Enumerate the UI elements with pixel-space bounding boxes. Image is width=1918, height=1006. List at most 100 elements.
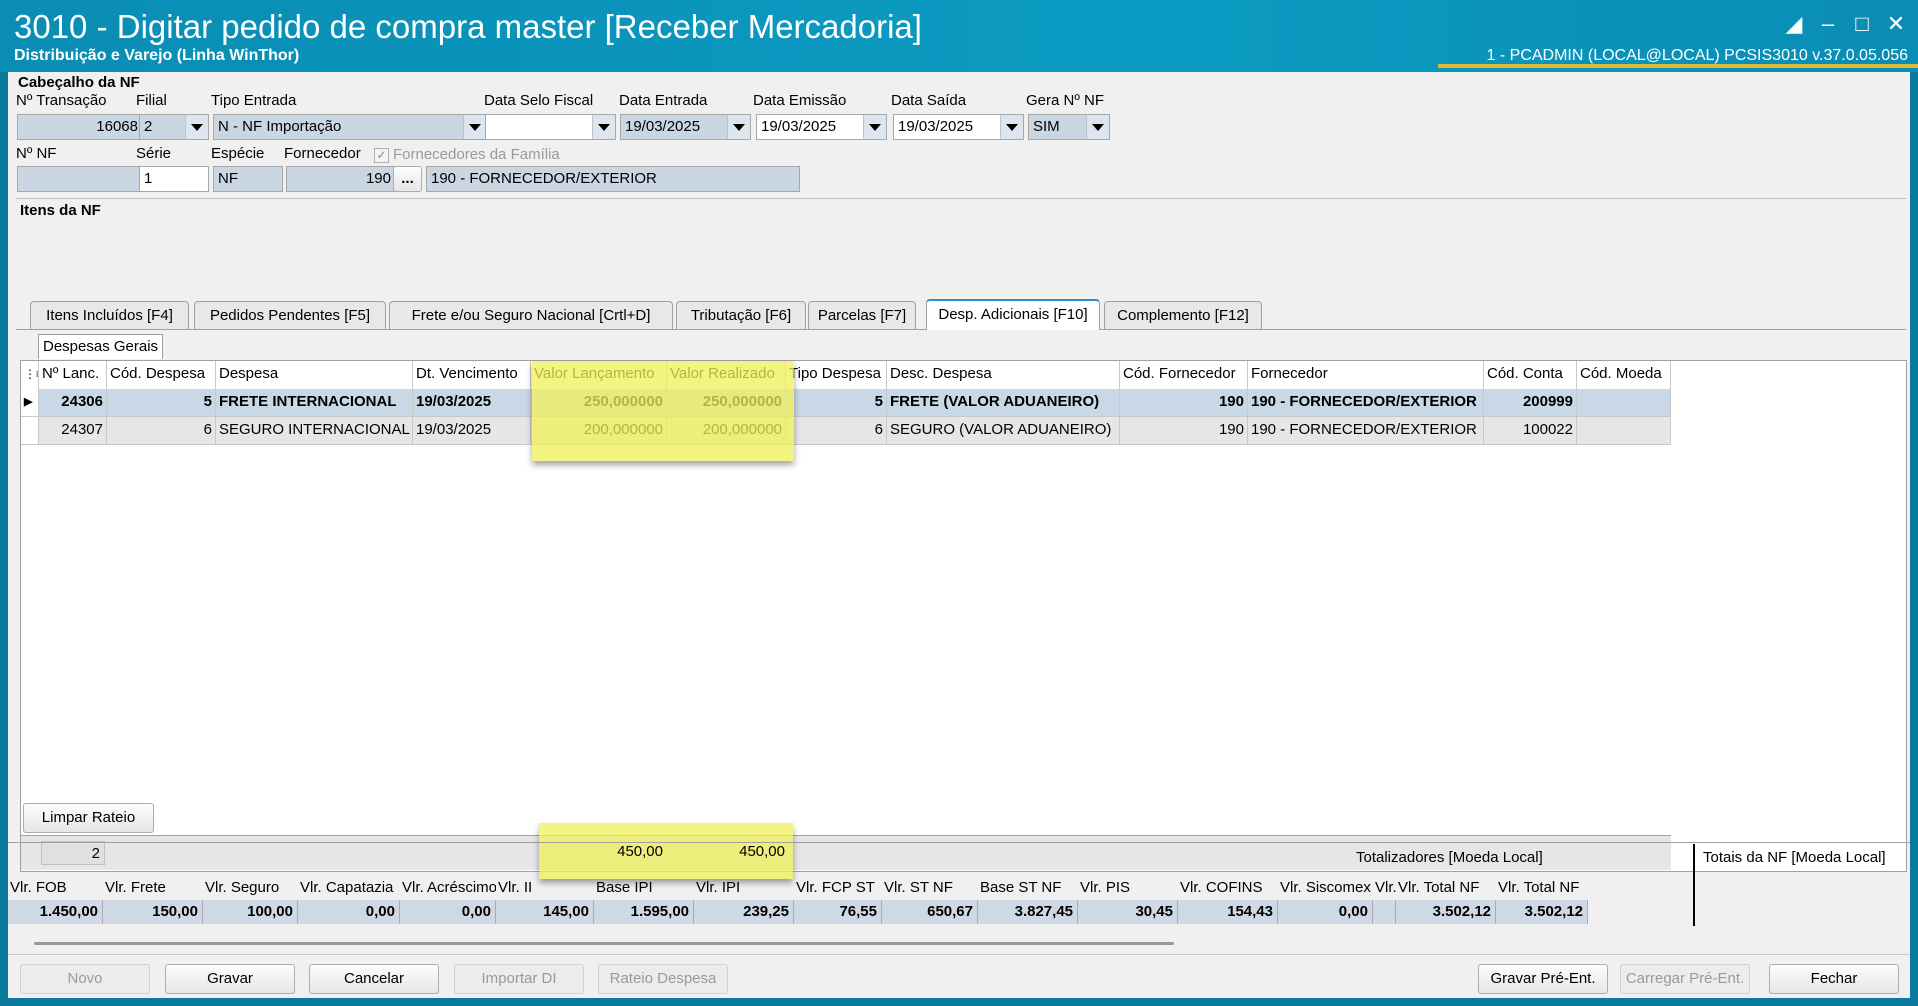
num-nf-field[interactable] [17,166,143,192]
cell[interactable]: SEGURO INTERNACIONAL [216,417,413,445]
data-entrada-field[interactable]: 19/03/2025 [620,114,751,140]
col-header-despesa[interactable]: Despesa [216,361,413,389]
chevron-down-icon[interactable] [463,115,486,139]
totals-value [1373,900,1396,924]
cell[interactable] [1577,417,1671,445]
chevron-down-icon[interactable] [727,115,750,139]
fechar-button[interactable]: Fechar [1769,964,1899,994]
col-header-tipo-despesa[interactable]: Tipo Despesa [786,361,887,389]
tab-itens-incluidos[interactable]: Itens Incluídos [F4] [30,301,189,330]
cell[interactable]: 200999 [1484,389,1577,417]
tab-tributacao[interactable]: Tributação [F6] [676,301,806,330]
novo-button[interactable]: Novo [20,964,150,994]
especie-field[interactable]: NF [213,166,283,192]
tab-desp-adicionais[interactable]: Desp. Adicionais [F10] [926,299,1100,330]
cancelar-button[interactable]: Cancelar [309,964,439,994]
totals-separator [1693,844,1695,926]
footer-count: 2 [41,841,105,865]
col-header-cod-fornecedor[interactable]: Cód. Fornecedor [1120,361,1248,389]
serie-field[interactable]: 1 [139,166,209,192]
cell[interactable]: 250,000000 [667,389,786,417]
cell[interactable]: 190 [1120,417,1248,445]
cell[interactable]: 19/03/2025 [413,417,531,445]
minimize-icon[interactable]: – [1814,10,1842,38]
maximize-icon[interactable]: □ [1848,10,1876,38]
cell[interactable]: 24307 [39,417,107,445]
gravar-button[interactable]: Gravar [165,964,295,994]
cell[interactable]: 6 [786,417,887,445]
cell[interactable]: 6 [107,417,216,445]
restore-edit-icon[interactable]: ◢ [1780,10,1808,38]
totals-header: Vlr. II [498,879,533,896]
col-header-cod-conta[interactable]: Cód. Conta [1484,361,1577,389]
col-header-desc-despesa[interactable]: Desc. Despesa [887,361,1120,389]
col-header-num-lanc[interactable]: Nº Lanc. [39,361,107,389]
transacao-field[interactable]: 16068 [17,114,143,140]
despesas-grid[interactable]: ⋮≡ Nº Lanc. Cód. Despesa Despesa Dt. Ven… [20,360,1907,879]
horizontal-scrollbar[interactable] [34,942,1174,945]
chevron-down-icon[interactable] [592,115,615,139]
tab-pedidos-pendentes[interactable]: Pedidos Pendentes [F5] [194,301,386,330]
col-header-valor-realizado[interactable]: Valor Realizado [667,361,786,389]
tab-parcelas[interactable]: Parcelas [F7] [808,301,916,330]
gera-nf-label: Gera Nº NF [1026,92,1104,109]
importar-di-button[interactable]: Importar DI [454,964,584,994]
carregar-pre-entrada-button[interactable]: Carregar Pré-Ent. [1620,964,1750,994]
fornecedor-name-field[interactable]: 190 - FORNECEDOR/EXTERIOR [426,166,800,192]
totals-value: 30,45 [1078,900,1178,924]
grid-options-icon[interactable]: ⋮≡ [21,361,39,389]
cell[interactable]: 200,000000 [531,417,667,445]
totals-value: 0,00 [1278,900,1373,924]
col-header-valor-lancamento[interactable]: Valor Lançamento [531,361,667,389]
chevron-down-icon[interactable] [1086,115,1109,139]
fornecedores-familia-label: Fornecedores da Família [393,146,560,163]
tipo-entrada-label: Tipo Entrada [211,92,297,109]
tipo-entrada-select[interactable]: N - NF Importação [213,114,487,140]
chevron-down-icon[interactable] [1000,115,1023,139]
fornecedor-code-field[interactable]: 190 [286,166,396,192]
cell[interactable] [1577,389,1671,417]
chevron-down-icon[interactable] [185,115,208,139]
rateio-despesa-button[interactable]: Rateio Despesa [598,964,728,994]
totals-value: 1.450,00 [8,900,103,924]
cell[interactable]: FRETE INTERNACIONAL [216,389,413,417]
limpar-rateio-button[interactable]: Limpar Rateio [23,803,154,833]
cell[interactable]: 24306 [39,389,107,417]
tab-complemento[interactable]: Complemento [F12] [1104,301,1262,330]
cell[interactable]: 190 - FORNECEDOR/EXTERIOR [1248,389,1484,417]
cell[interactable]: 250,000000 [531,389,667,417]
totals-header: Vlr. FCP ST [796,879,875,896]
gera-nf-select[interactable]: SIM [1028,114,1110,140]
cell[interactable]: SEGURO (VALOR ADUANEIRO) [887,417,1120,445]
cell[interactable]: 100022 [1484,417,1577,445]
serie-label: Série [136,145,172,162]
data-selo-field[interactable] [485,114,616,140]
status-accent-line [1438,64,1918,68]
col-header-dt-vencimento[interactable]: Dt. Vencimento [413,361,531,389]
gravar-pre-entrada-button[interactable]: Gravar Pré-Ent. [1478,964,1608,994]
title-bar: 3010 - Digitar pedido de compra master [… [0,0,1918,72]
totals-header: Vlr. IPI [696,879,741,896]
chevron-down-icon[interactable] [863,115,886,139]
data-emissao-field[interactable]: 19/03/2025 [756,114,887,140]
cell[interactable]: FRETE (VALOR ADUANEIRO) [887,389,1120,417]
fornecedor-search-button[interactable]: ... [393,166,422,192]
col-header-cod-despesa[interactable]: Cód. Despesa [107,361,216,389]
cell[interactable]: 19/03/2025 [413,389,531,417]
subtab-despesas-gerais[interactable]: Despesas Gerais [38,334,164,359]
cell[interactable]: 5 [107,389,216,417]
close-icon[interactable]: ✕ [1882,10,1910,38]
cell[interactable]: 190 [1120,389,1248,417]
data-saida-field[interactable]: 19/03/2025 [893,114,1024,140]
cell[interactable]: 200,000000 [667,417,786,445]
tab-frete-seguro[interactable]: Frete e/ou Seguro Nacional [Crtl+D] [389,301,673,330]
filial-value: 2 [144,118,153,135]
divider [8,954,1910,955]
col-header-cod-moeda[interactable]: Cód. Moeda [1577,361,1671,389]
gera-nf-value: SIM [1033,118,1060,135]
cell[interactable]: 5 [786,389,887,417]
filial-select[interactable]: 2 [139,114,209,140]
fornecedores-familia-checkbox[interactable]: ✓ [374,148,389,163]
col-header-fornecedor[interactable]: Fornecedor [1248,361,1484,389]
cell[interactable]: 190 - FORNECEDOR/EXTERIOR [1248,417,1484,445]
